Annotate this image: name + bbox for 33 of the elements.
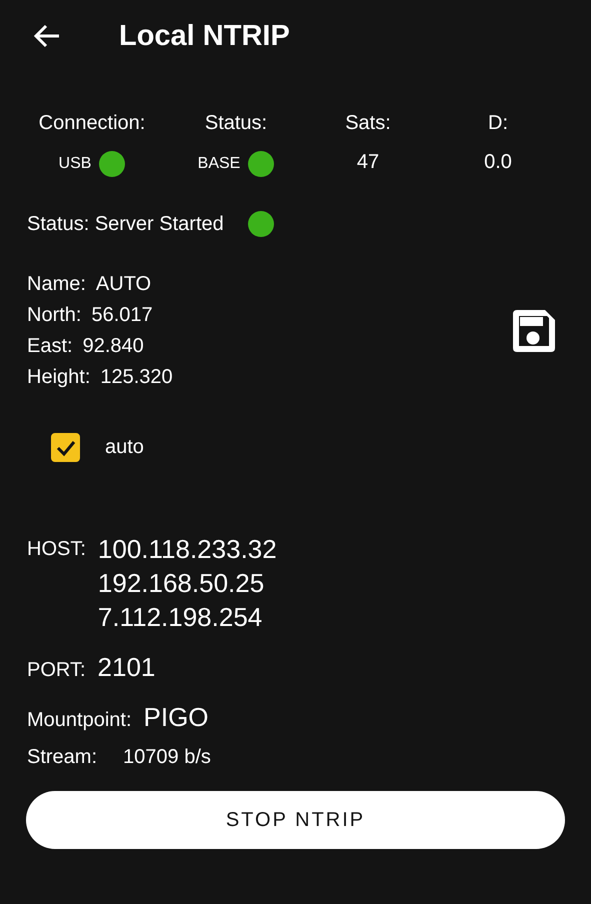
mountpoint-label: Mountpoint: [27,709,132,732]
stream-label: Stream: [27,746,98,769]
host-address: 192.168.50.25 [98,567,266,600]
field-value: 56.017 [91,303,153,328]
host-label: HOST: [27,537,86,561]
summary-label: Sats: [345,112,391,135]
indicator-label: USB [58,155,92,173]
host-address: 7.112.198.254 [98,601,264,634]
port-value: 2101 [98,651,156,684]
summary-value: 47 [356,151,380,174]
field-label: Name: [27,272,86,297]
checkbox-label: auto [105,436,144,459]
summary-label: D: [488,112,508,135]
checkbox[interactable] [51,433,80,462]
field-label: North: [27,303,82,328]
summary-value: 0.0 [484,151,512,174]
field-value: 92.840 [82,334,144,359]
indicator-label: BASE [198,155,240,173]
stream-value: 10709 b/s [123,746,211,769]
port-label: PORT: [27,659,86,682]
summary-label: Connection: [38,112,146,135]
save-icon[interactable] [511,308,557,354]
field-value: 125.320 [100,365,173,390]
field-value: AUTO [96,272,152,297]
back-arrow-icon[interactable] [33,24,61,48]
summary-label: Status: [204,112,268,135]
mountpoint-value: PIGO [144,701,209,734]
field-label: Height: [27,365,90,390]
screen-title: Local NTRIP [119,20,290,52]
stop-ntrip-button[interactable]: STOP NTRIP [26,791,565,849]
server-status: Status: Server Started [27,212,224,236]
field-label: East: [27,334,73,359]
host-address: 100.118.233.32 [98,533,277,566]
